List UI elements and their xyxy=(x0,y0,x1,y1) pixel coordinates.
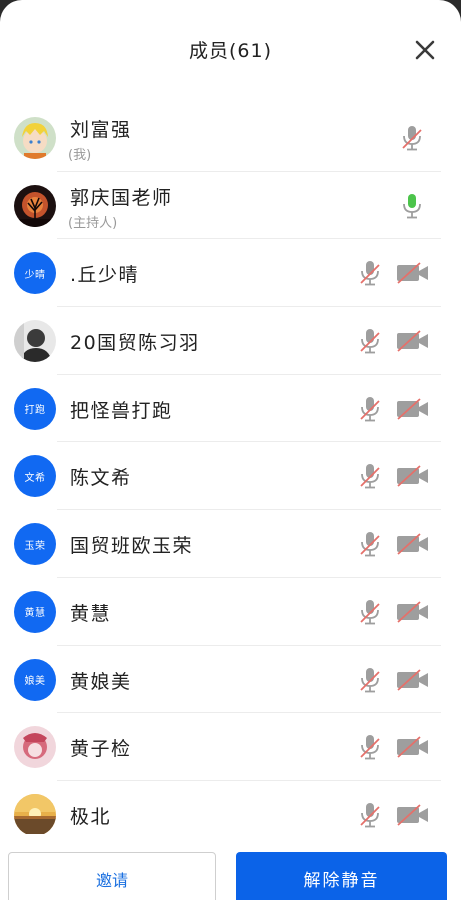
camera-off-icon[interactable] xyxy=(396,464,430,488)
avatar: 黄慧 xyxy=(14,590,56,633)
avatar xyxy=(14,117,56,159)
microphone-muted-icon[interactable] xyxy=(358,530,382,558)
camera-off-icon[interactable] xyxy=(396,397,430,421)
camera-off-icon[interactable] xyxy=(396,329,430,353)
member-name: 国贸班欧玉荣 xyxy=(70,535,194,558)
microphone-muted-icon[interactable] xyxy=(358,598,382,626)
unmute-all-button[interactable]: 解除静音 xyxy=(236,852,447,900)
avatar xyxy=(14,793,56,834)
member-name: .丘少晴 xyxy=(70,264,140,287)
members-panel: 成员(61) 刘富强 (我) 郭庆国老师 (主持人) 少晴 .丘少晴 20国贸陈习羽打跑 把怪… xyxy=(0,0,461,900)
avatar: 打跑 xyxy=(14,387,56,430)
avatar xyxy=(14,726,56,769)
avatar xyxy=(14,320,56,363)
member-row[interactable]: 玉荣 国贸班欧玉荣 xyxy=(0,510,461,578)
member-name: 刘富强 xyxy=(70,119,132,141)
page-title: 成员(61) xyxy=(188,40,272,62)
microphone-muted-icon[interactable] xyxy=(358,801,382,829)
invite-button[interactable]: 邀请 xyxy=(8,852,216,900)
member-name: 黄慧 xyxy=(70,602,112,625)
member-row[interactable]: 少晴 .丘少晴 xyxy=(0,239,461,307)
avatar: 文希 xyxy=(14,455,56,498)
member-role: (我) xyxy=(68,148,92,163)
member-name: 把怪兽打跑 xyxy=(70,399,173,422)
member-name: 陈文希 xyxy=(70,467,132,490)
member-row[interactable]: 20国贸陈习羽 xyxy=(0,307,461,375)
member-name: 黄子检 xyxy=(70,738,132,761)
member-row[interactable]: 黄慧 黄慧 xyxy=(0,578,461,646)
microphone-muted-icon[interactable] xyxy=(358,327,382,355)
member-row[interactable]: 打跑 把怪兽打跑 xyxy=(0,375,461,443)
microphone-muted-icon[interactable] xyxy=(358,259,382,287)
member-row[interactable]: 极北 xyxy=(0,781,461,834)
member-name: 郭庆国老师 xyxy=(70,186,173,209)
camera-off-icon[interactable] xyxy=(396,803,430,827)
avatar: 少晴 xyxy=(14,252,56,295)
avatar: 玉荣 xyxy=(14,523,56,566)
microphone-muted-icon[interactable] xyxy=(358,395,382,423)
member-role: (主持人) xyxy=(68,215,118,231)
camera-off-icon[interactable] xyxy=(396,532,430,556)
avatar: 娘美 xyxy=(14,658,56,701)
member-name: 20国贸陈习羽 xyxy=(70,332,200,355)
member-name: 极北 xyxy=(70,805,112,828)
microphone-muted-icon[interactable] xyxy=(358,733,382,761)
member-name: 黄娘美 xyxy=(70,670,132,693)
camera-off-icon[interactable] xyxy=(396,600,430,624)
footer-bar: 邀请 解除静音 xyxy=(0,834,461,900)
camera-off-icon[interactable] xyxy=(396,735,430,759)
microphone-muted-icon[interactable] xyxy=(358,462,382,490)
close-icon[interactable] xyxy=(415,40,435,60)
microphone-icon[interactable] xyxy=(400,192,424,220)
camera-off-icon[interactable] xyxy=(396,261,430,285)
member-row[interactable]: 文希 陈文希 xyxy=(0,442,461,510)
member-row[interactable]: 郭庆国老师 (主持人) xyxy=(0,172,461,240)
avatar xyxy=(14,184,56,227)
member-list: 刘富强 (我) 郭庆国老师 (主持人) 少晴 .丘少晴 20国贸陈习羽 打跑 把怪兽打跑 文希 陈文… xyxy=(0,104,461,834)
member-row[interactable]: 黄子检 xyxy=(0,713,461,781)
panel-header: 成员(61) xyxy=(0,0,461,100)
microphone-muted-icon[interactable] xyxy=(400,124,424,152)
microphone-muted-icon[interactable] xyxy=(358,666,382,694)
member-row[interactable]: 娘美 黄娘美 xyxy=(0,646,461,714)
camera-off-icon[interactable] xyxy=(396,668,430,692)
member-row[interactable]: 刘富强 (我) xyxy=(0,104,461,172)
